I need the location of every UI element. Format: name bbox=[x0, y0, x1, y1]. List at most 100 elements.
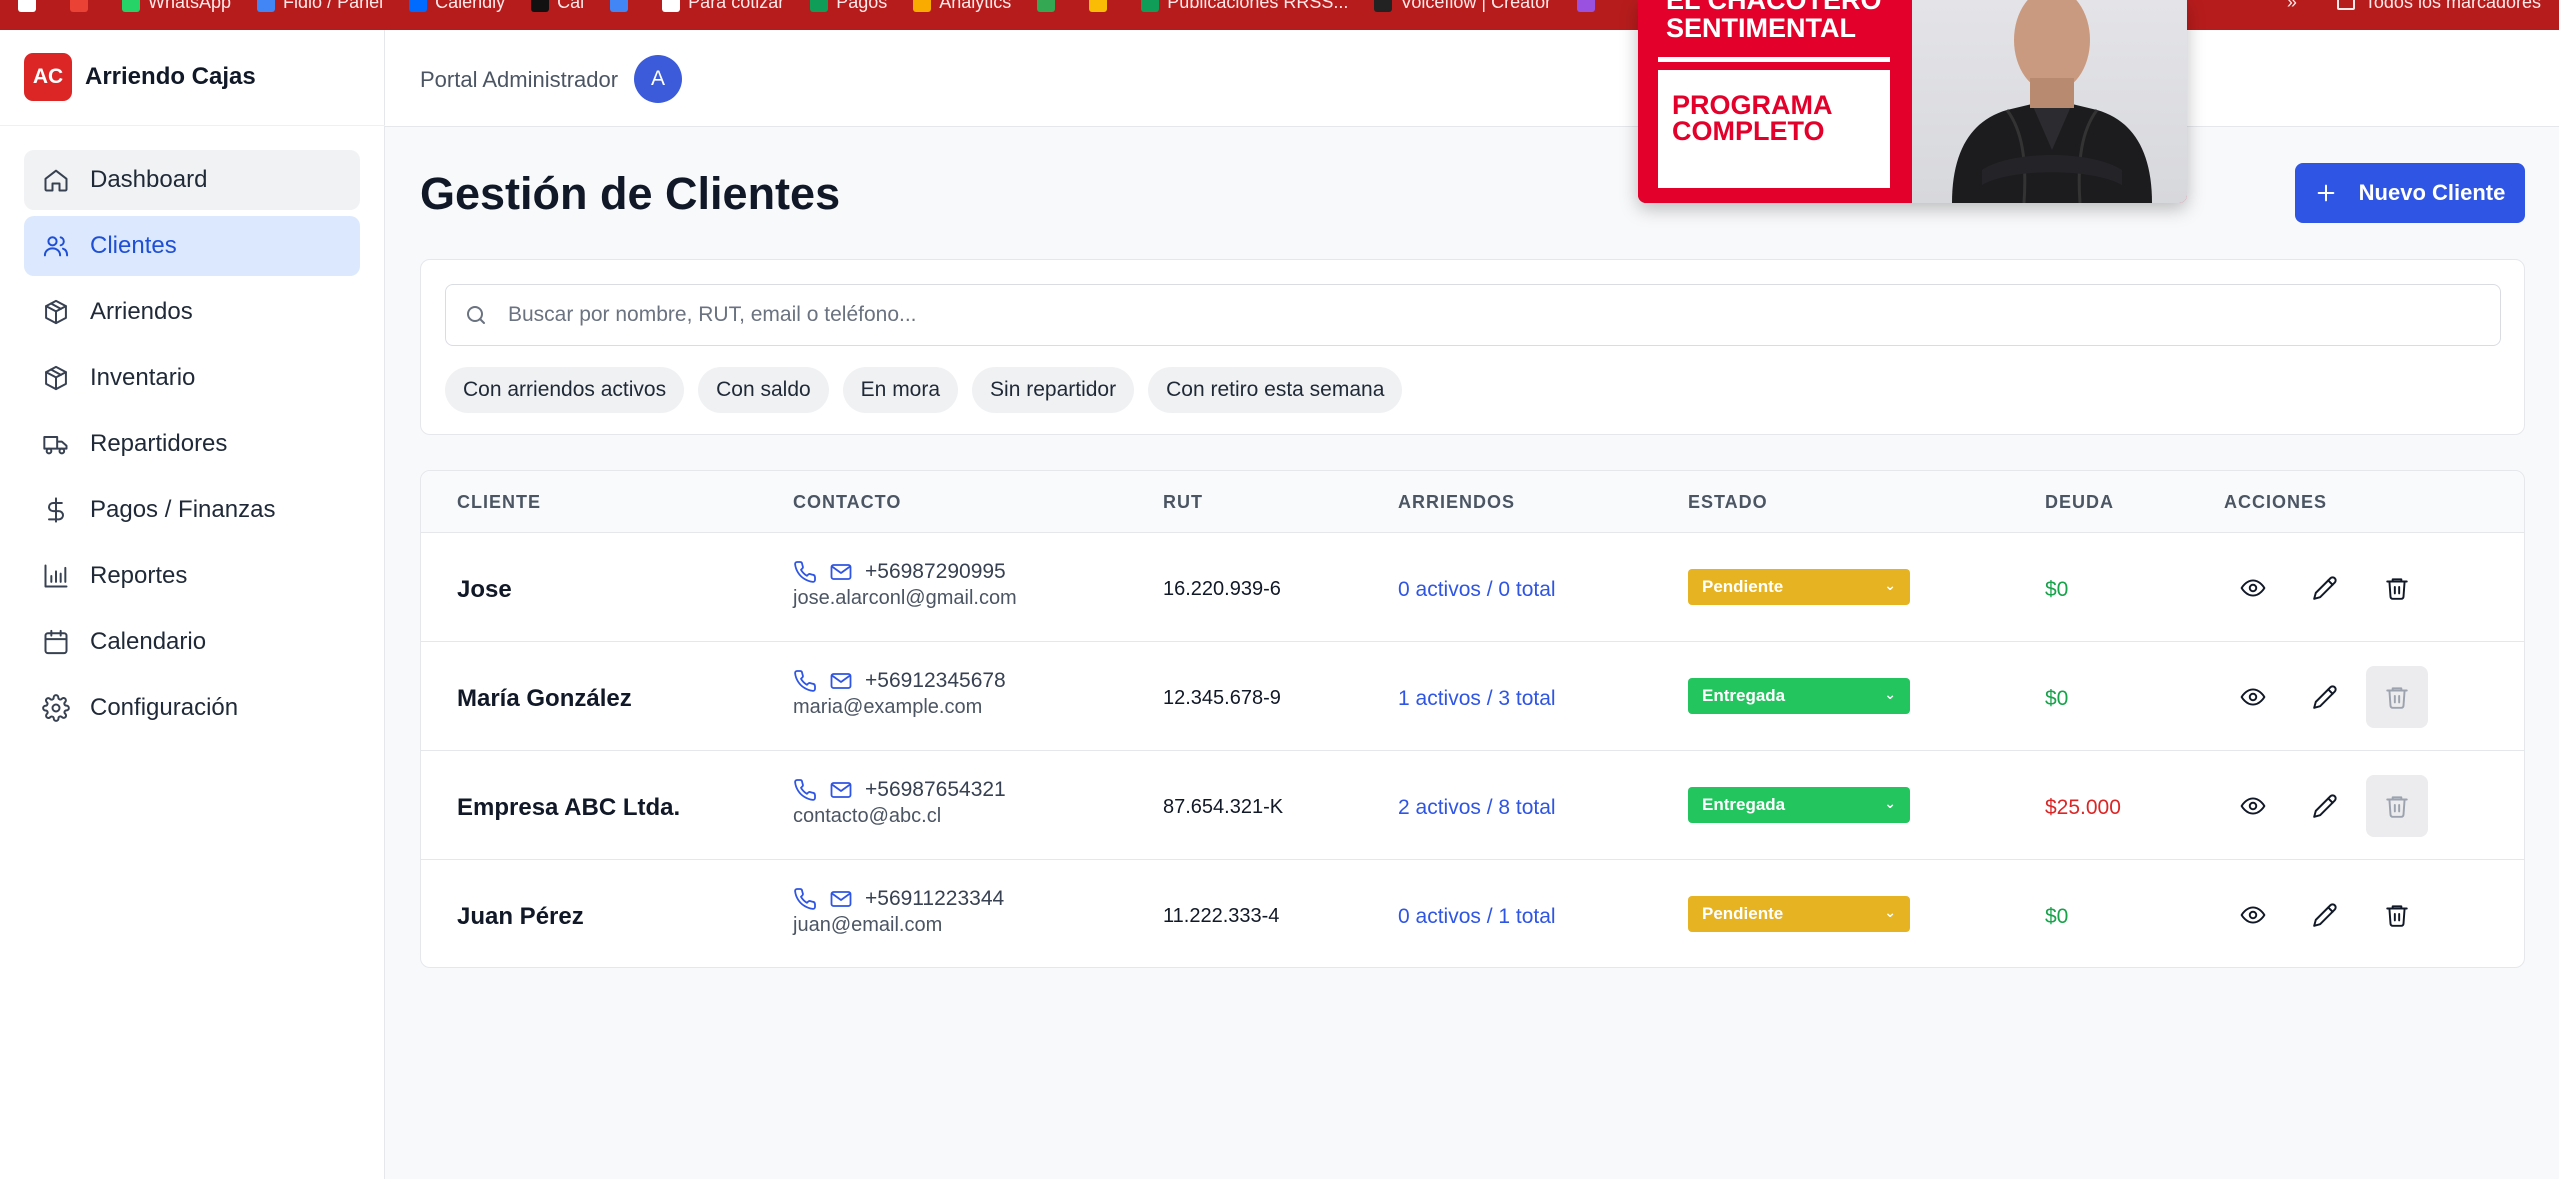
filter-chip[interactable]: Con retiro esta semana bbox=[1148, 367, 1403, 413]
bookmark-favicon-icon bbox=[70, 0, 88, 12]
sidebar-nav: Dashboard Clientes Arriendos Inventario Repa… bbox=[24, 150, 360, 744]
client-email: contacto@abc.cl bbox=[793, 805, 942, 827]
status-select[interactable]: Pendiente ⌄ bbox=[1688, 896, 1910, 932]
contact-line: +56911223344 bbox=[793, 887, 1004, 911]
bookmark-item[interactable]: Calendly bbox=[409, 0, 505, 13]
bookmark-item[interactable]: Pagos bbox=[810, 0, 887, 13]
client-arriendos-link[interactable]: 1 activos / 3 total bbox=[1398, 687, 1556, 711]
edit-button[interactable] bbox=[2294, 775, 2356, 837]
table-row: María González +56912345678 maria@example.… bbox=[421, 642, 2524, 751]
promo-popup[interactable]: EL CHACOTERO SENTIMENTAL PROGRAMA COMPLE… bbox=[1638, 0, 2187, 203]
bookmark-item[interactable] bbox=[1037, 0, 1063, 12]
bookmark-label: Fidio / Panel bbox=[283, 0, 384, 12]
status-select[interactable]: Entregada ⌄ bbox=[1688, 678, 1910, 714]
bookmark-item[interactable]: Cal bbox=[531, 0, 584, 13]
sidebar-item-label: Arriendos bbox=[90, 298, 193, 325]
sidebar-item-arriendos[interactable]: Arriendos bbox=[24, 282, 360, 342]
sidebar-item-calendario[interactable]: Calendario bbox=[24, 612, 360, 672]
bookmark-label: Publicaciones RRSS... bbox=[1167, 0, 1349, 12]
client-phone: +56911223344 bbox=[865, 887, 1005, 910]
mail-icon[interactable] bbox=[829, 887, 853, 911]
filter-chip[interactable]: Sin repartidor bbox=[972, 367, 1135, 413]
phone-icon[interactable] bbox=[793, 887, 817, 911]
status-select[interactable]: Entregada ⌄ bbox=[1688, 787, 1910, 823]
sidebar-item-inventario[interactable]: Inventario bbox=[24, 348, 360, 408]
bookmark-item[interactable]: Fidio / Panel bbox=[257, 0, 383, 13]
bookmark-item[interactable] bbox=[1577, 0, 1603, 12]
bookmark-favicon-icon bbox=[1037, 0, 1056, 12]
delete-button[interactable] bbox=[2366, 884, 2428, 946]
search-box[interactable] bbox=[445, 284, 2501, 346]
status-label: Pendiente bbox=[1702, 904, 1784, 923]
view-button[interactable] bbox=[2222, 884, 2284, 946]
sidebar-item-clientes[interactable]: Clientes bbox=[24, 216, 360, 276]
edit-button[interactable] bbox=[2294, 884, 2356, 946]
status-select[interactable]: Pendiente ⌄ bbox=[1688, 569, 1910, 605]
column-header-arriendos[interactable]: ARRIENDOS bbox=[1398, 492, 1515, 513]
bookmark-item[interactable] bbox=[18, 0, 44, 12]
contact-line: +56987654321 bbox=[793, 778, 1006, 802]
view-button[interactable] bbox=[2222, 557, 2284, 619]
bookmark-item[interactable] bbox=[70, 0, 96, 12]
sidebar-item-reportes[interactable]: Reportes bbox=[24, 546, 360, 606]
column-header-cliente[interactable]: CLIENTE bbox=[457, 492, 541, 513]
all-bookmarks-button[interactable]: Todos los marcadores bbox=[2336, 0, 2541, 13]
folder-icon bbox=[2336, 0, 2355, 10]
bookmark-favicon-icon bbox=[810, 0, 829, 12]
phone-icon[interactable] bbox=[793, 669, 817, 693]
sidebar-item-repartidores[interactable]: Repartidores bbox=[24, 414, 360, 474]
client-arriendos-link[interactable]: 0 activos / 1 total bbox=[1398, 905, 1556, 929]
delete-button[interactable] bbox=[2366, 557, 2428, 619]
sidebar-item-label: Dashboard bbox=[90, 166, 208, 193]
pencil-icon bbox=[2313, 685, 2337, 709]
bookmark-item[interactable]: WhatsApp bbox=[122, 0, 231, 13]
column-header-contacto[interactable]: CONTACTO bbox=[793, 492, 901, 513]
column-header-rut[interactable]: RUT bbox=[1163, 492, 1203, 513]
column-header-acciones: ACCIONES bbox=[2224, 492, 2328, 512]
edit-button[interactable] bbox=[2294, 557, 2356, 619]
client-email: maria@example.com bbox=[793, 696, 983, 718]
client-phone: +56912345678 bbox=[865, 669, 1006, 692]
client-debt: $25.000 bbox=[2045, 796, 2121, 819]
bookmark-label: Voiceflow | Creator bbox=[1400, 0, 1552, 12]
row-actions bbox=[2222, 775, 2428, 837]
bookmark-label: Pagos bbox=[836, 0, 888, 12]
new-client-button[interactable]: Nuevo Cliente bbox=[2295, 163, 2525, 223]
search-input[interactable] bbox=[508, 303, 2408, 327]
delete-button[interactable] bbox=[2366, 775, 2428, 837]
view-button[interactable] bbox=[2222, 666, 2284, 728]
bookmark-item[interactable]: Publicaciones RRSS... bbox=[1141, 0, 1348, 13]
bookmark-favicon-icon bbox=[122, 0, 140, 12]
avatar[interactable]: A bbox=[634, 55, 682, 103]
filter-chip[interactable]: En mora bbox=[842, 367, 959, 413]
client-name: Jose bbox=[457, 576, 512, 603]
column-header-deuda[interactable]: DEUDA bbox=[2045, 492, 2114, 513]
client-rut: 16.220.939-6 bbox=[1163, 578, 1281, 600]
bookmark-item[interactable] bbox=[610, 0, 636, 12]
client-arriendos-link[interactable]: 0 activos / 0 total bbox=[1398, 578, 1556, 602]
mail-icon[interactable] bbox=[829, 778, 853, 802]
bookmark-item[interactable]: Analytics bbox=[913, 0, 1011, 13]
view-button[interactable] bbox=[2222, 775, 2284, 837]
sidebar-item-dashboard[interactable]: Dashboard bbox=[24, 150, 360, 210]
filter-chip[interactable]: Con saldo bbox=[698, 367, 829, 413]
delete-button[interactable] bbox=[2366, 666, 2428, 728]
edit-button[interactable] bbox=[2294, 666, 2356, 728]
phone-icon[interactable] bbox=[793, 778, 817, 802]
client-name: Juan Pérez bbox=[457, 903, 584, 930]
mail-icon[interactable] bbox=[829, 669, 853, 693]
bookmark-item[interactable] bbox=[1089, 0, 1115, 12]
sidebar-item-configuracion[interactable]: Configuración bbox=[24, 678, 360, 738]
column-header-estado[interactable]: ESTADO bbox=[1688, 492, 1768, 513]
client-arriendos-link[interactable]: 2 activos / 8 total bbox=[1398, 796, 1556, 820]
gear-icon bbox=[42, 694, 70, 722]
sidebar-item-pagos[interactable]: Pagos / Finanzas bbox=[24, 480, 360, 540]
bookmark-item[interactable]: Voiceflow | Creator bbox=[1374, 0, 1551, 13]
brand[interactable]: AC Arriendo Cajas bbox=[24, 53, 256, 101]
trash-icon bbox=[2386, 578, 2408, 600]
phone-icon[interactable] bbox=[793, 560, 817, 584]
mail-icon[interactable] bbox=[829, 560, 853, 584]
filter-chip[interactable]: Con arriendos activos bbox=[445, 367, 685, 413]
bookmark-item[interactable]: Para cotizar bbox=[662, 0, 784, 13]
bookmarks-overflow-button[interactable]: » bbox=[2287, 0, 2297, 13]
